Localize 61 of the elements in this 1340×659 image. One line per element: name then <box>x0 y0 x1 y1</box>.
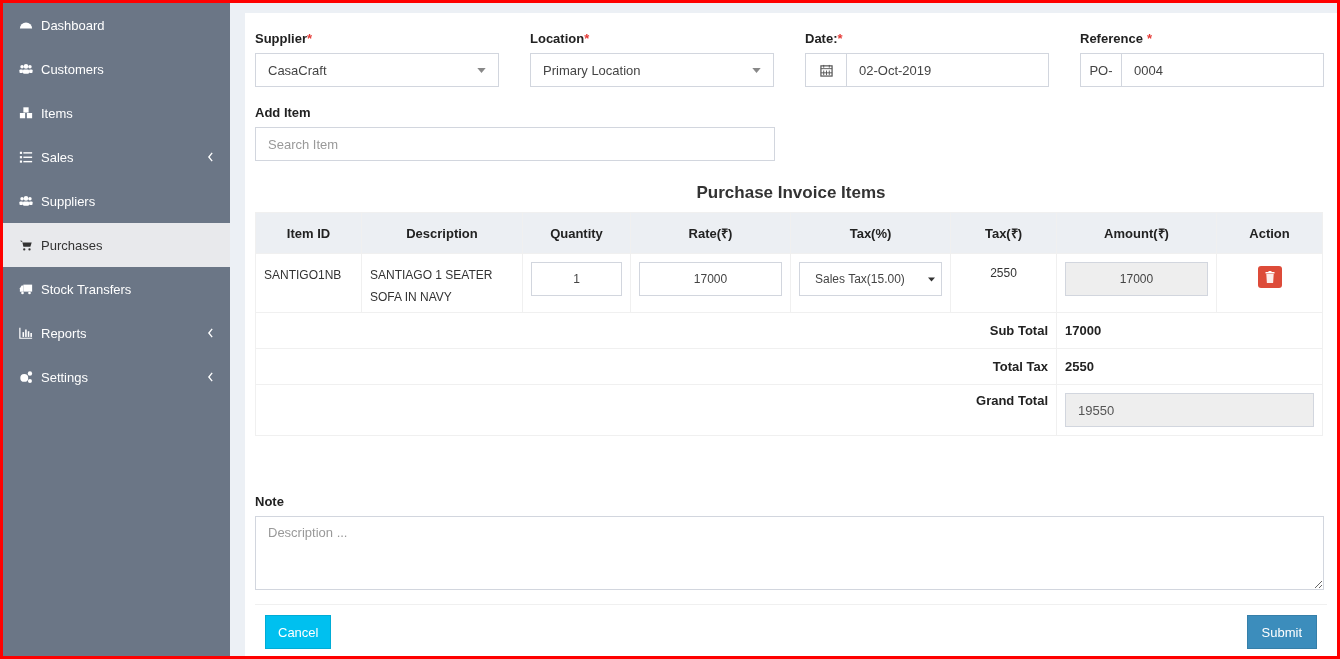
table-cell: SANTIAGO 1 SEATER SOFA IN NAVY <box>361 253 523 313</box>
total-label: Grand Total <box>976 393 1048 408</box>
column-header: Description <box>361 212 523 254</box>
list-icon <box>18 150 34 164</box>
table-title: Purchase Invoice Items <box>695 183 887 203</box>
caret-icon <box>928 276 935 282</box>
total-label: Sub Total <box>989 323 1048 338</box>
required-mark: * <box>837 31 843 46</box>
tax-select[interactable]: Sales Tax(15.00) <box>799 262 942 296</box>
required-mark: * <box>1146 31 1152 46</box>
field-label: Supplier <box>255 31 307 46</box>
caret-icon <box>477 67 486 73</box>
required-mark: * <box>307 31 313 46</box>
total-value: 2550 <box>1065 359 1094 374</box>
location-select[interactable]: Primary Location <box>530 53 774 87</box>
table-cell: 2550 <box>950 253 1057 313</box>
column-header: Amount(₹) <box>1056 212 1217 254</box>
sidebar-item[interactable]: Customers <box>3 47 230 91</box>
field-label: Note <box>255 494 284 509</box>
supplier-select[interactable]: CasaCraft <box>255 53 499 87</box>
truck-icon <box>18 282 34 296</box>
sidebar-item[interactable]: Purchases <box>3 223 230 267</box>
column-header: Item ID <box>255 212 362 254</box>
users-icon <box>18 194 34 208</box>
sidebar-item[interactable]: Sales <box>3 135 230 179</box>
column-header: Quantity <box>522 212 631 254</box>
sidebar-item[interactable]: Suppliers <box>3 179 230 223</box>
total-label: Total Tax <box>992 359 1048 374</box>
amount-field: 17000 <box>1065 262 1208 296</box>
users-icon <box>18 62 34 76</box>
quantity-field[interactable]: 1 <box>531 262 622 296</box>
delete-button[interactable] <box>1257 266 1282 288</box>
cart-icon <box>18 238 34 252</box>
column-header: Action <box>1216 212 1323 254</box>
column-header: Rate(₹) <box>630 212 791 254</box>
calendar-icon <box>819 63 833 77</box>
sidebar-item[interactable]: Items <box>3 91 230 135</box>
table-cell: SANTIGO1NB <box>255 253 362 313</box>
submit-button[interactable]: Submit <box>1246 615 1317 649</box>
caret-icon <box>752 67 761 73</box>
reference-field[interactable]: 0004 <box>1121 53 1324 87</box>
date-field[interactable]: 02-Oct-2019 <box>846 53 1049 87</box>
sidebar-item[interactable]: Settings <box>3 355 230 399</box>
sidebar-item[interactable]: Stock Transfers <box>3 267 230 311</box>
column-header: Tax(%) <box>790 212 951 254</box>
cubes-icon <box>18 106 34 120</box>
field-label: Location <box>530 31 585 46</box>
sidebar-item[interactable]: Dashboard <box>3 3 230 47</box>
required-mark: * <box>584 31 590 46</box>
trash-icon <box>1264 271 1275 283</box>
field-label: Add Item <box>255 105 311 120</box>
total-value: 17000 <box>1065 323 1102 338</box>
rate-field[interactable]: 17000 <box>639 262 782 296</box>
field-label: Reference <box>1080 31 1143 46</box>
field-label: Date: <box>805 31 838 46</box>
column-header: Tax(₹) <box>950 212 1057 254</box>
grand-total-field: 19550 <box>1065 393 1314 427</box>
sidebar-item[interactable]: Reports <box>3 311 230 355</box>
note-field[interactable]: Description ... <box>255 516 1324 590</box>
search-item-field[interactable]: Search Item <box>255 127 775 161</box>
bar-chart-icon <box>18 326 34 340</box>
